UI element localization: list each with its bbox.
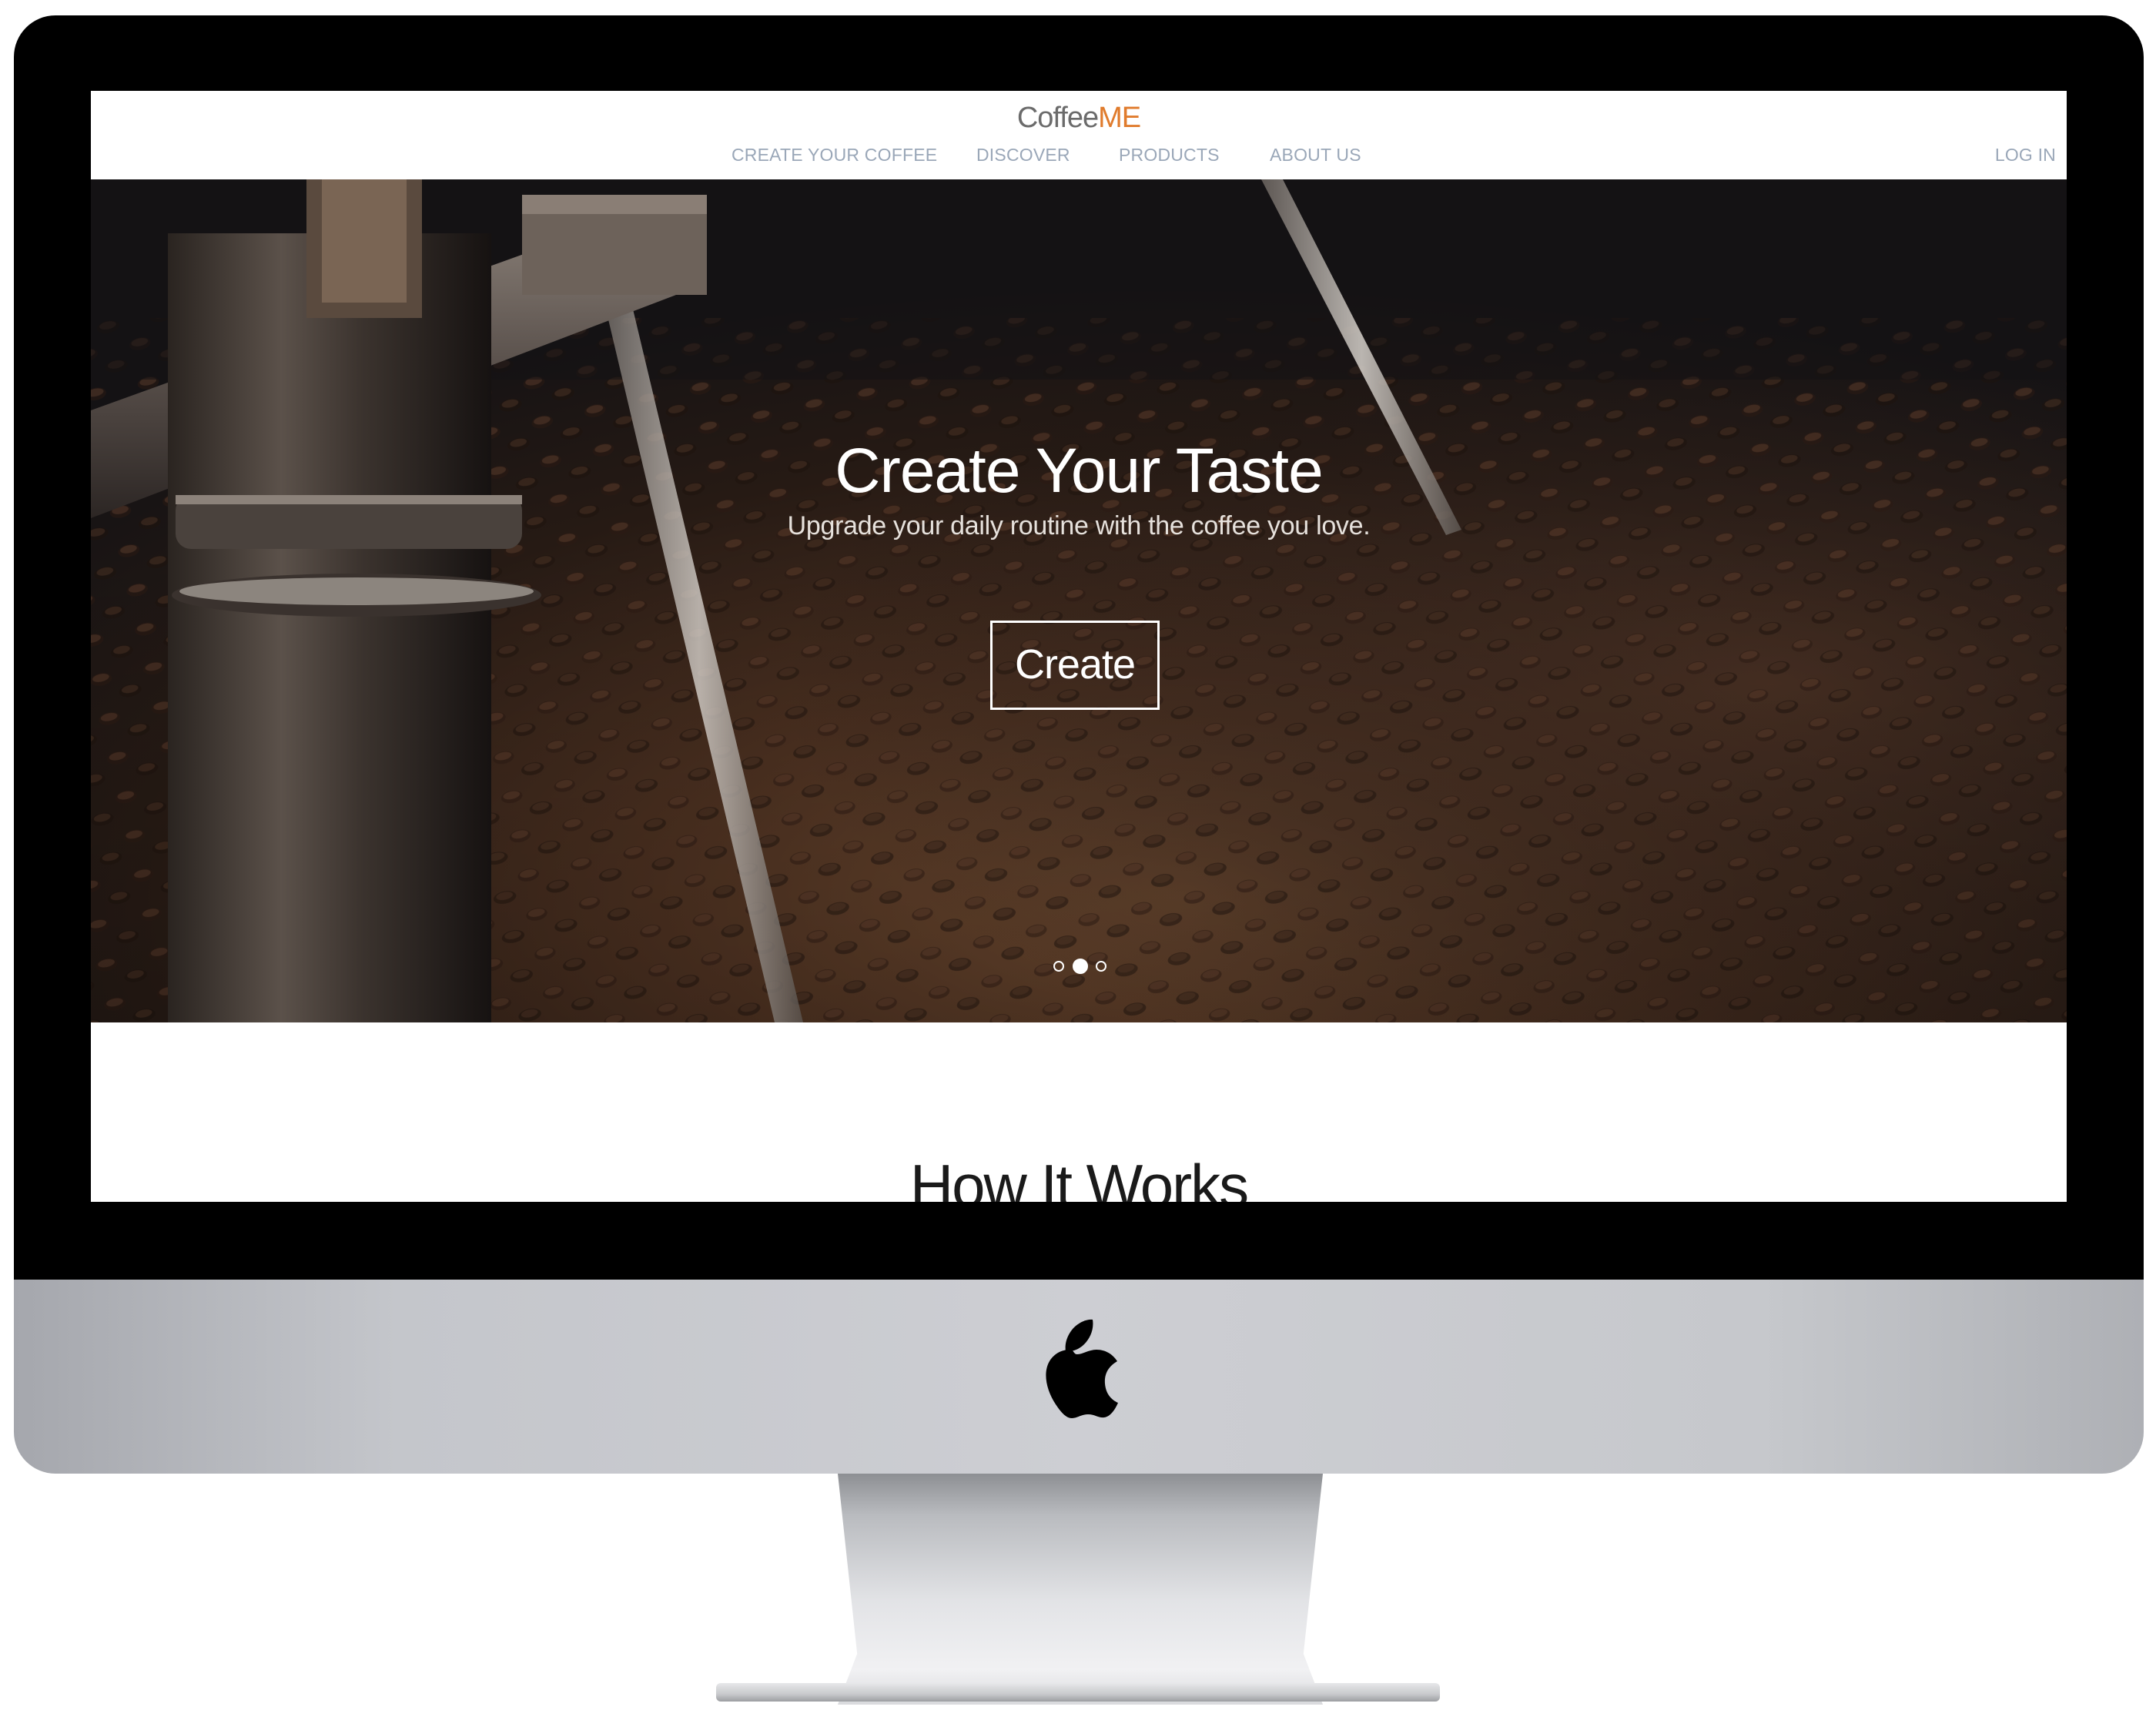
how-it-works-heading: How It Works: [909, 1151, 1249, 1202]
site-logo[interactable]: CoffeeME: [91, 102, 2067, 135]
browser-viewport: CoffeeME CREATE YOUR COFFEE DISCOVER PRO…: [91, 91, 2067, 1202]
hero-subtitle: Upgrade your daily routine with the coff…: [787, 511, 1371, 540]
carousel-dot-2-active[interactable]: [1073, 959, 1088, 974]
carousel-dot-1[interactable]: [1053, 961, 1064, 972]
hero-background-image: [91, 179, 2067, 1022]
main-nav: CREATE YOUR COFFEE DISCOVER PRODUCTS ABO…: [91, 145, 2067, 171]
site-header: CoffeeME CREATE YOUR COFFEE DISCOVER PRO…: [91, 91, 2067, 179]
nav-item-about-us[interactable]: ABOUT US: [1270, 145, 1361, 166]
imac-device: CoffeeME CREATE YOUR COFFEE DISCOVER PRO…: [0, 0, 2156, 1720]
nav-item-discover[interactable]: DISCOVER: [976, 145, 1070, 166]
monitor-stand: [838, 1474, 1323, 1705]
create-button[interactable]: Create: [990, 621, 1160, 710]
monitor-stand-base: [716, 1683, 1440, 1702]
login-link[interactable]: LOG IN: [1995, 145, 2056, 166]
nav-item-create-your-coffee[interactable]: CREATE YOUR COFFEE: [732, 145, 937, 166]
apple-icon: [1046, 1319, 1118, 1418]
hero-title: Create Your Taste: [835, 435, 1323, 506]
carousel-dot-3[interactable]: [1096, 961, 1106, 972]
logo-accent: ME: [1098, 102, 1141, 134]
hero-carousel: Create Your Taste Upgrade your daily rou…: [91, 179, 2067, 1022]
logo-prefix: Coffee: [1016, 102, 1099, 134]
nav-item-products[interactable]: PRODUCTS: [1119, 145, 1220, 166]
carousel-indicators: [1053, 958, 1115, 976]
